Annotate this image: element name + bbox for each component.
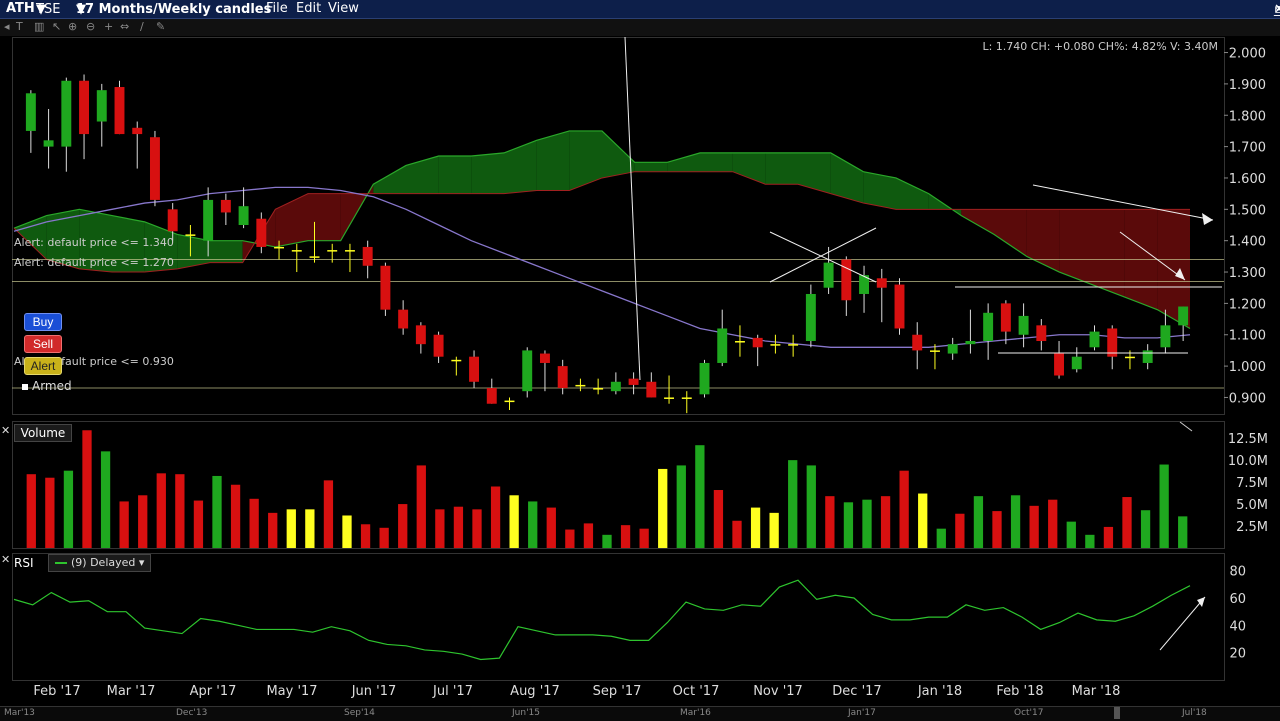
scroll-label: Oct'17 [1014,708,1044,718]
volume-pane-label[interactable]: Volume [14,424,72,442]
x-tick-label: Sep '17 [593,684,642,699]
rsi-legend-text: (9) Delayed [71,556,136,569]
price-tick-label: 0.900 [1229,391,1266,406]
volume-tick-label: 2.5M [1236,520,1268,535]
scroll-label: Dec'13 [176,708,208,718]
rsi-tick-label: 80 [1229,565,1246,580]
price-tick-label: 1.700 [1229,141,1266,156]
text-tool-icon[interactable]: T [16,20,23,33]
x-tick-label: Aug '17 [510,684,560,699]
volume-tick-label: 12.5M [1228,432,1268,447]
scroll-label: Jan'17 [848,708,876,718]
price-tick-label: 1.800 [1229,109,1266,124]
volume-tick-label: 5.0M [1236,498,1268,513]
close-icon[interactable]: ✕ [1274,2,1280,17]
close-rsi-pane-icon[interactable]: ✕ [1,553,10,566]
x-tick-label: Jul '17 [432,684,473,699]
close-volume-pane-icon[interactable]: ✕ [1,424,10,437]
armed-toggle[interactable]: Armed [22,379,72,393]
crosshair-icon[interactable]: + [104,20,113,33]
x-tick-label: Jan '18 [917,684,962,699]
legend-dropdown-icon[interactable]: ▾ [139,556,145,569]
menu-view[interactable]: View [328,1,359,16]
price-tick-label: 1.000 [1229,360,1266,375]
price-tick-label: 1.900 [1229,78,1266,93]
rsi-tick-label: 40 [1229,619,1246,634]
draw-tool-icon[interactable]: ∕ [140,20,144,33]
rsi-legend[interactable]: (9) Delayed ▾ [48,554,152,572]
symbol-label[interactable]: ATH [6,1,35,16]
rsi-line-swatch [55,562,67,564]
scroll-label: Jul'18 [1182,708,1207,718]
x-tick-label: Mar '18 [1072,684,1121,699]
pan-icon[interactable]: ⇔ [120,20,129,33]
period-text: 17 Months/Weekly candles [76,2,272,17]
rsi-tick-label: 60 [1229,592,1246,607]
x-tick-label: Dec '17 [832,684,881,699]
sell-button[interactable]: Sell [24,335,62,353]
buy-button[interactable]: Buy [24,313,62,331]
scroll-label: Sep'14 [344,708,375,718]
menu-edit[interactable]: Edit [296,1,321,16]
x-tick-label: Feb '18 [996,684,1043,699]
period-dropdown-icon[interactable]: ▼ [76,2,86,17]
price-pane[interactable] [12,37,1225,415]
price-tick-label: 1.600 [1229,172,1266,187]
bar-tool-icon[interactable]: ▥ [34,20,44,33]
x-tick-label: Nov '17 [753,684,803,699]
armed-label: Armed [32,379,72,393]
x-tick-label: Oct '17 [673,684,720,699]
scroll-thumb[interactable] [1114,707,1120,719]
checkbox-icon[interactable] [22,383,28,390]
time-scrollbar[interactable]: Mar'13 Dec'13 Sep'14 Jun'15 Mar'16 Jan'1… [0,706,1280,721]
price-tick-label: 1.100 [1229,329,1266,344]
price-tick-label: 1.200 [1229,297,1266,312]
volume-tick-label: 7.5M [1236,476,1268,491]
price-tick-label: 1.500 [1229,203,1266,218]
x-tick-label: Feb '17 [33,684,80,699]
x-tick-label: Apr '17 [190,684,237,699]
scroll-label: Jun'15 [512,708,540,718]
x-tick-label: May '17 [266,684,317,699]
menu-file[interactable]: File [266,1,288,16]
zoom-in-icon[interactable]: ⊕ [68,20,77,33]
volume-pane[interactable] [12,421,1225,549]
rsi-pane[interactable] [12,553,1225,681]
price-tick-label: 1.300 [1229,266,1266,281]
wrench-icon[interactable]: ✎ [156,20,165,33]
x-tick-label: Mar '17 [107,684,156,699]
collapse-icon[interactable]: ◂ [4,20,10,33]
pointer-icon[interactable]: ↖ [52,20,61,33]
price-tick-label: 2.000 [1229,47,1266,62]
rsi-tick-label: 20 [1229,647,1246,662]
x-tick-label: Jun '17 [351,684,397,699]
price-tick-label: 1.400 [1229,235,1266,250]
chart-toolbar: ◂ T ▥ ↖ ⊕ ⊖ + ⇔ ∕ ✎ [0,19,1280,36]
rsi-pane-label: RSI [14,556,34,570]
scroll-label: Mar'16 [680,708,711,718]
scroll-label: Mar'13 [4,708,35,718]
zoom-out-icon[interactable]: ⊖ [86,20,95,33]
volume-tick-label: 10.0M [1228,454,1268,469]
title-bar: ATH TSE ▼ 17 Months/Weekly candles ▼ Fil… [0,0,1280,19]
exchange-dropdown-icon[interactable]: ▼ [36,2,46,17]
alert-button[interactable]: Alert [24,357,62,375]
